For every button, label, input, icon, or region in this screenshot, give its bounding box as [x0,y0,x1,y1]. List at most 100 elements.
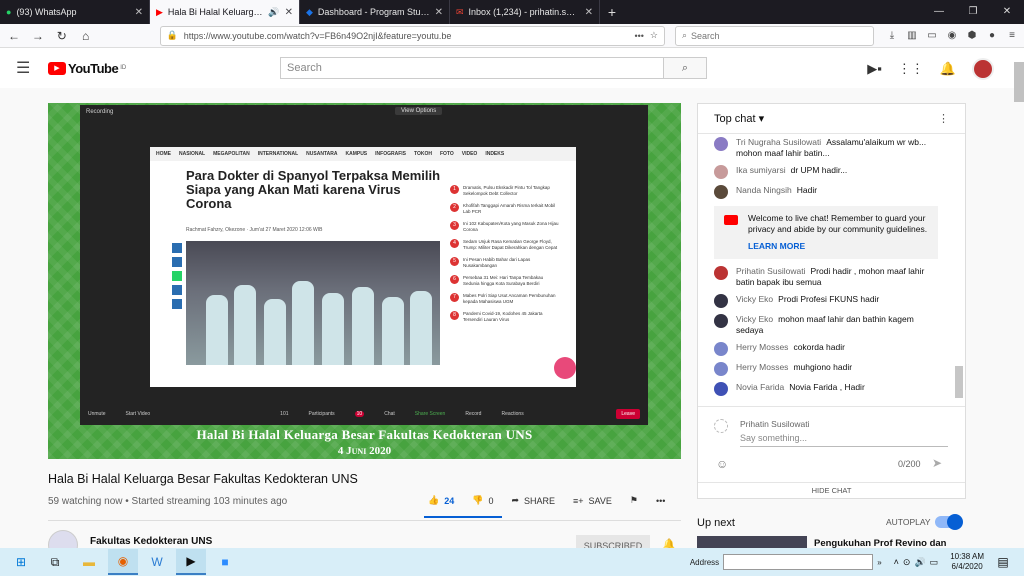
video-player[interactable]: Recording View Options HOME NASIONAL MEG… [48,103,681,459]
bookmark-icon[interactable]: ☆ [650,30,658,41]
chevron-up-icon[interactable]: ˄ [894,557,899,568]
volume-icon[interactable]: 🔊 [914,557,925,568]
article-nav: HOME NASIONAL MEGAPOLITAN INTERNATIONAL … [150,147,576,161]
chat-input[interactable]: Say something... [740,433,948,447]
address-bar[interactable]: 🔒 https://www.youtube.com/watch?v=FB6n49… [159,25,665,46]
zoom-icon[interactable]: ■ [210,549,240,575]
chat-text: muhgiono hadir [793,362,853,372]
page-scrollbar[interactable] [1014,62,1024,102]
close-icon[interactable]: ✕ [285,7,293,18]
facebook-icon [172,243,182,253]
minimize-button[interactable]: — [922,0,956,24]
new-tab-button[interactable]: + [600,0,624,24]
firefox-icon[interactable]: ◉ [108,549,138,575]
close-icon[interactable]: ✕ [435,7,443,18]
extension-icon[interactable]: ◉ [944,30,960,41]
clock[interactable]: 10:38 AM 6/4/2020 [950,552,984,572]
home-button[interactable]: ⌂ [76,26,96,46]
media-player-icon[interactable]: ▶ [176,549,206,575]
tab-whatsapp[interactable]: ● (93) WhatsApp ✕ [0,0,150,24]
chat-message: Nanda Ningsih Hadir [698,182,954,202]
library-icon[interactable]: ▥ [904,30,920,41]
article-nav-item: FOTO [439,151,454,157]
go-icon[interactable]: » [877,558,881,567]
video-actions: 👍 24 👎 0 ➦ SHARE ≡+ SAVE ⚑ ••• [428,495,665,506]
top-chat-dropdown[interactable]: Top chat ▾ [714,112,764,125]
avatar[interactable] [972,58,994,80]
close-icon[interactable]: ✕ [585,7,593,18]
browser-nav-bar: ← → ↻ ⌂ 🔒 https://www.youtube.com/watch?… [0,24,1024,48]
avatar [714,294,728,308]
whatsapp-icon: ● [6,7,12,17]
sidebar-headline: Dramatis, Pulsu Ekskadir Pintu Tol Tangk… [463,185,550,196]
browser-search[interactable]: ⌕ Search [674,25,874,46]
bell-icon[interactable]: 🔔 [940,61,956,77]
apps-icon[interactable]: ⋮⋮ [898,61,924,77]
forward-button[interactable]: → [28,26,48,46]
writer-icon[interactable]: W [142,549,172,575]
send-icon[interactable]: ➤ [932,456,942,470]
sidebar-icon[interactable]: ▭ [924,30,940,41]
mail-icon [172,285,182,295]
search-input[interactable]: Search [280,57,664,79]
learn-more-link[interactable]: LEARN MORE [748,241,928,252]
file-explorer-icon[interactable]: ▬ [74,549,104,575]
restore-button[interactable]: ❐ [956,0,990,24]
report-button[interactable]: ⚑ [630,495,638,506]
save-button[interactable]: ≡+ SAVE [573,496,612,506]
chat-scrollbar[interactable] [955,366,963,398]
tab-youtube[interactable]: ▶ Hala Bi Halal Keluarga Besa 🔊 ✕ [150,0,300,24]
more-icon[interactable]: ⋮ [938,112,949,125]
article-nav-item: VIDEO [461,151,478,157]
zoom-top-bar: Recording [80,105,648,119]
hide-chat-button[interactable]: HIDE CHAT [698,482,965,498]
windows-start-icon[interactable]: ⊞ [6,549,36,575]
article-title: Para Dokter di Spanyol Terpaksa Memilih … [186,168,441,211]
menu-icon[interactable]: ≡ [1004,30,1020,41]
search-icon: ⌕ [681,61,689,74]
task-view-icon[interactable]: ⧉ [40,549,70,575]
chat-message: Ika sumiyarsi dr UPM hadir... [698,162,954,182]
close-window-button[interactable]: ✕ [990,0,1024,24]
dislike-button[interactable]: 👎 0 [472,495,493,506]
hamburger-icon[interactable]: ☰ [16,58,40,78]
more-actions-button[interactable]: ••• [656,496,665,506]
pink-dot [554,357,576,379]
close-icon[interactable]: ✕ [135,7,143,18]
network-icon[interactable]: ⊙ [903,557,911,568]
tab-inbox[interactable]: ✉ Inbox (1,234) - prihatin.susi@st ✕ [450,0,600,24]
mail-icon: ✉ [456,6,464,17]
chat-text: cokorda hadir [793,342,845,352]
article-nav-item: KAMPUS [345,151,368,157]
adblock-icon[interactable]: ⬢ [964,30,980,41]
like-button[interactable]: 👍 24 [428,495,454,506]
download-icon[interactable]: ⤓ [884,30,900,41]
create-video-icon[interactable]: ▶▪ [867,61,882,77]
notification-icon[interactable]: ▤ [988,549,1018,575]
address-label: Address [689,557,720,567]
tab-dashboard[interactable]: ◆ Dashboard - Program Studi Ke ✕ [300,0,450,24]
share-button[interactable]: ➦ SHARE [511,495,555,506]
autoplay-toggle[interactable] [935,514,963,530]
sidebar-headline: Persebaa 31 Mei: Hari Tanpa Tembakau Sed… [463,275,544,286]
battery-icon[interactable]: ▭ [930,557,939,568]
more-icon[interactable]: ••• [634,31,643,41]
share-icons [172,243,182,309]
audio-icon[interactable]: 🔊 [268,7,279,18]
article-nav-item: INTERNATIONAL [257,151,299,157]
avatar [714,419,728,433]
welcome-text: Welcome to live chat! Remember to guard … [748,213,928,234]
article-nav-item: NASIONAL [179,151,206,157]
emoji-icon[interactable]: ☺ [716,457,728,471]
dashboard-icon: ◆ [306,6,313,17]
youtube-logo[interactable]: ▶ YouTube ID [48,61,126,76]
back-button[interactable]: ← [4,26,24,46]
reload-button[interactable]: ↻ [52,26,72,46]
channel-name[interactable]: Fakultas Kedokteran UNS [90,536,212,547]
avatar [714,165,728,179]
search-button[interactable]: ⌕ [664,57,707,79]
sync-icon[interactable]: ● [984,30,1000,41]
chat-author: Vicky Eko [736,314,774,324]
sidebar-headline: Khofifah Tanggapi Amarah Risma terkait M… [463,203,556,214]
address-input[interactable] [723,554,874,570]
